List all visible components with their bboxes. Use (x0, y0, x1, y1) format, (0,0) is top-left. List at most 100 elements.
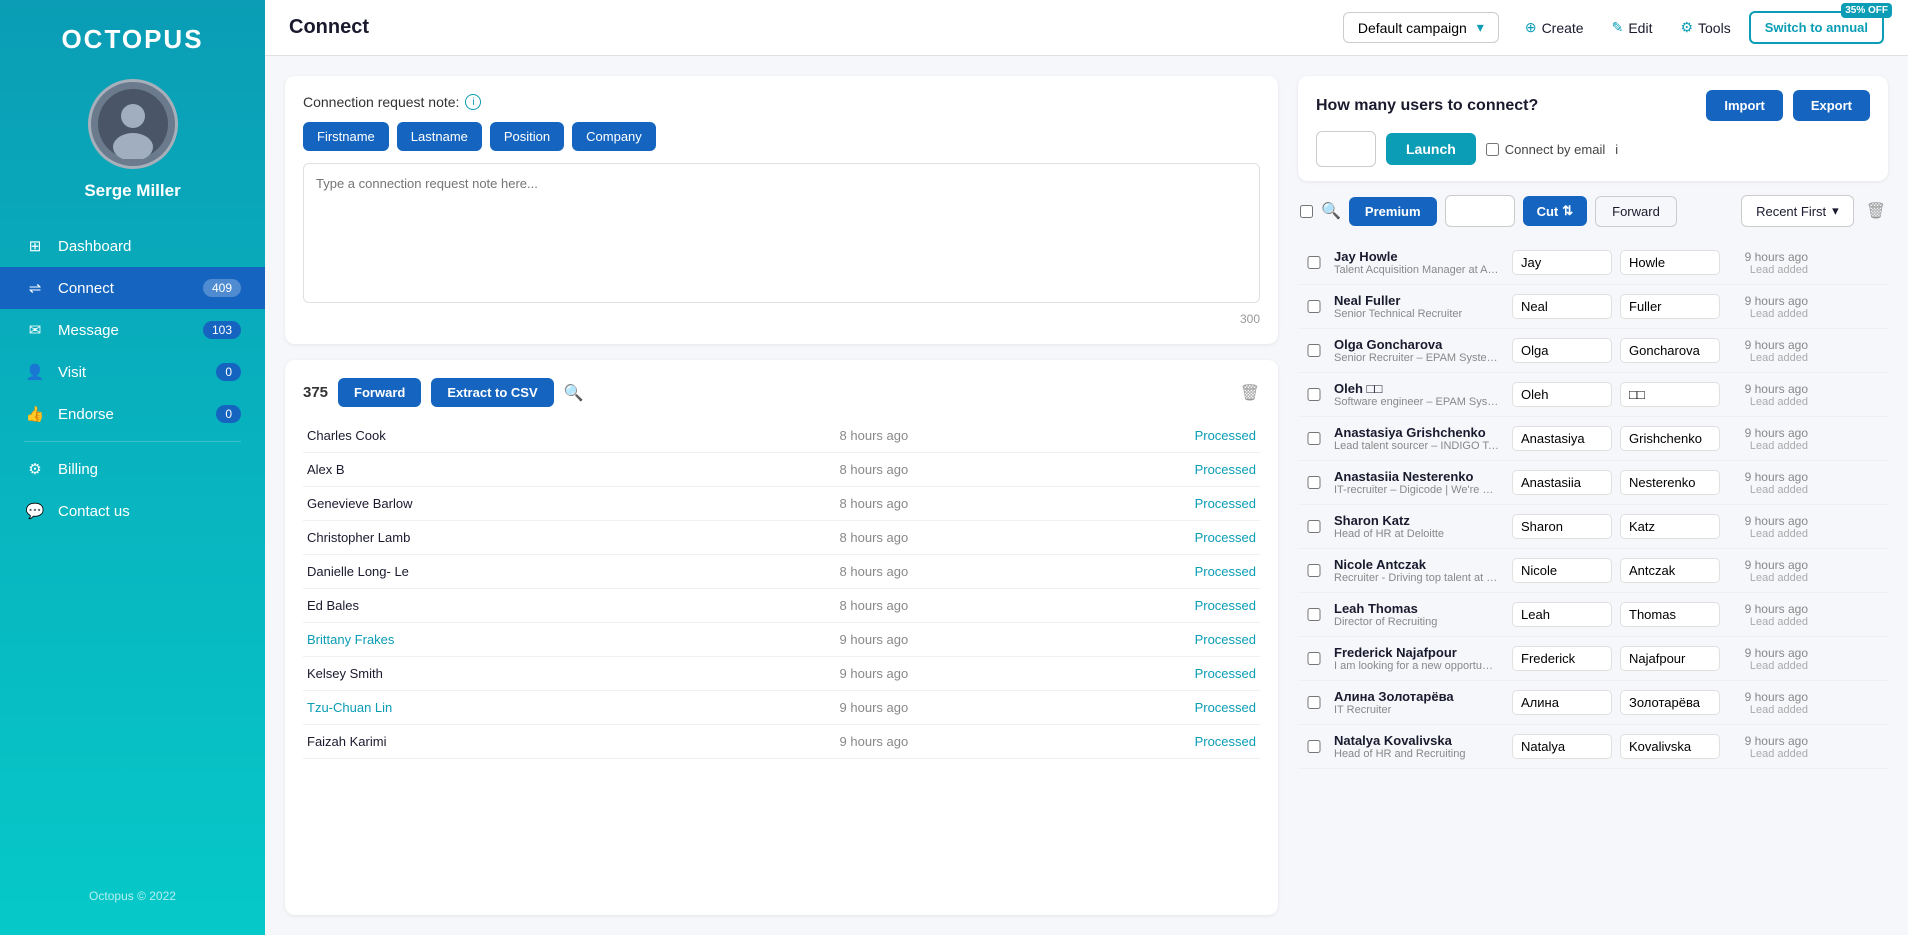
list-row-name[interactable]: Tzu-Chuan Lin (307, 700, 840, 715)
contact-checkbox[interactable] (1302, 564, 1326, 577)
contact-last-name[interactable] (1620, 646, 1720, 671)
forward-contacts-button[interactable]: Forward (1595, 196, 1677, 227)
select-all-checkbox[interactable] (1300, 205, 1313, 218)
contact-first-name[interactable] (1512, 646, 1612, 671)
contact-title: Software engineer – EPAM Syste... (1334, 396, 1499, 408)
contact-first-name[interactable] (1512, 734, 1612, 759)
contact-checkbox[interactable] (1302, 300, 1326, 313)
launch-button[interactable]: Launch (1386, 133, 1476, 165)
list-row-name[interactable]: Brittany Frakes (307, 632, 840, 647)
contact-checkbox[interactable] (1302, 344, 1326, 357)
extract-csv-button[interactable]: Extract to CSV (431, 378, 553, 407)
switch-annual-button[interactable]: 35% OFF Switch to annual (1749, 11, 1884, 44)
cut-button[interactable]: Cut ⇅ (1523, 196, 1588, 226)
contact-row[interactable]: Olga Goncharova Senior Recruiter – EPAM … (1298, 329, 1888, 373)
contact-last-name[interactable] (1620, 734, 1720, 759)
firstname-tag-button[interactable]: Firstname (303, 122, 389, 151)
import-button[interactable]: Import (1706, 90, 1782, 121)
connect-email-checkbox[interactable] (1486, 143, 1499, 156)
contact-last-name[interactable] (1620, 294, 1720, 319)
contact-first-name[interactable] (1512, 382, 1612, 407)
delete-contacts-button[interactable]: 🗑 (1866, 201, 1886, 221)
export-button[interactable]: Export (1793, 90, 1870, 121)
list-row[interactable]: Kelsey Smith 9 hours ago Processed (303, 657, 1260, 691)
contact-last-name[interactable] (1620, 338, 1720, 363)
edit-button[interactable]: ✎ Edit (1602, 13, 1663, 42)
contact-row[interactable]: Алина Золотарёва IT Recruiter 9 hours ag… (1298, 681, 1888, 725)
contact-last-name[interactable] (1620, 558, 1720, 583)
contact-row[interactable]: Anastasiya Grishchenko Lead talent sourc… (1298, 417, 1888, 461)
list-row[interactable]: Brittany Frakes 9 hours ago Processed (303, 623, 1260, 657)
sidebar-item-connect[interactable]: ⇌ Connect 409 (0, 267, 265, 309)
contact-last-name[interactable] (1620, 426, 1720, 451)
position-tag-button[interactable]: Position (490, 122, 564, 151)
contact-first-name[interactable] (1512, 338, 1612, 363)
company-tag-button[interactable]: Company (572, 122, 656, 151)
contact-row[interactable]: Natalya Kovalivska Head of HR and Recrui… (1298, 725, 1888, 769)
contact-row[interactable]: Frederick Najafpour I am looking for a n… (1298, 637, 1888, 681)
sidebar-item-contact[interactable]: 💬 Contact us (0, 490, 265, 532)
contact-time-block: 9 hours ago Lead added (1728, 734, 1808, 760)
contact-row[interactable]: Leah Thomas Director of Recruiting 9 hou… (1298, 593, 1888, 637)
contact-last-name[interactable] (1620, 250, 1720, 275)
contact-checkbox[interactable] (1302, 652, 1326, 665)
contact-row[interactable]: Nicole Antczak Recruiter - Driving top t… (1298, 549, 1888, 593)
contact-last-name[interactable] (1620, 602, 1720, 627)
contact-time: 9 hours ago (1728, 514, 1808, 528)
campaign-selector[interactable]: Default campaign ▾ (1343, 12, 1499, 43)
contact-first-name[interactable] (1512, 514, 1612, 539)
create-button[interactable]: ⊕ Create (1515, 13, 1594, 42)
tools-button[interactable]: ⚙ Tools (1670, 13, 1740, 42)
list-row[interactable]: Alex B 8 hours ago Processed (303, 453, 1260, 487)
sort-dropdown-button[interactable]: Recent First ▾ (1741, 195, 1854, 227)
sidebar-item-billing[interactable]: ⚙ Billing (0, 448, 265, 490)
email-info-icon[interactable]: i (1615, 142, 1618, 157)
contact-first-name[interactable] (1512, 250, 1612, 275)
contact-checkbox[interactable] (1302, 388, 1326, 401)
contact-first-name[interactable] (1512, 558, 1612, 583)
contact-checkbox[interactable] (1302, 740, 1326, 753)
contact-last-name[interactable] (1620, 514, 1720, 539)
delete-list-button[interactable]: 🗑 (1240, 383, 1260, 403)
list-row[interactable]: Charles Cook 8 hours ago Processed (303, 419, 1260, 453)
contact-checkbox[interactable] (1302, 608, 1326, 621)
contact-first-name[interactable] (1512, 426, 1612, 451)
contact-row[interactable]: Jay Howle Talent Acquisition Manager at … (1298, 241, 1888, 285)
note-textarea[interactable] (303, 163, 1260, 303)
contact-row[interactable]: Oleh □□ Software engineer – EPAM Syste..… (1298, 373, 1888, 417)
contact-last-name[interactable] (1620, 470, 1720, 495)
contact-checkbox[interactable] (1302, 520, 1326, 533)
tag-filter-input[interactable] (1445, 195, 1515, 227)
contact-first-name[interactable] (1512, 470, 1612, 495)
connect-count-input[interactable] (1316, 131, 1376, 167)
sidebar-item-dashboard[interactable]: ⊞ Dashboard (0, 225, 265, 267)
list-row[interactable]: Faizah Karimi 9 hours ago Processed (303, 725, 1260, 759)
contact-last-name[interactable] (1620, 382, 1720, 407)
list-row[interactable]: Christopher Lamb 8 hours ago Processed (303, 521, 1260, 555)
contact-checkbox[interactable] (1302, 696, 1326, 709)
contact-checkbox[interactable] (1302, 476, 1326, 489)
contact-first-name[interactable] (1512, 602, 1612, 627)
premium-filter-button[interactable]: Premium (1349, 197, 1437, 226)
forward-button[interactable]: Forward (338, 378, 421, 407)
contact-checkbox[interactable] (1302, 432, 1326, 445)
contact-checkbox[interactable] (1302, 256, 1326, 269)
contact-last-name[interactable] (1620, 690, 1720, 715)
sidebar-item-endorse[interactable]: 👍 Endorse 0 (0, 393, 265, 435)
contact-first-name[interactable] (1512, 294, 1612, 319)
contact-row[interactable]: Sharon Katz Head of HR at Deloitte 9 hou… (1298, 505, 1888, 549)
list-row[interactable]: Ed Bales 8 hours ago Processed (303, 589, 1260, 623)
sidebar-item-message[interactable]: ✉ Message 103 (0, 309, 265, 351)
sidebar-item-visit[interactable]: 👤 Visit 0 (0, 351, 265, 393)
contact-row[interactable]: Neal Fuller Senior Technical Recruiter 9… (1298, 285, 1888, 329)
contact-row[interactable]: Anastasiia Nesterenko IT-recruiter – Dig… (1298, 461, 1888, 505)
list-row[interactable]: Genevieve Barlow 8 hours ago Processed (303, 487, 1260, 521)
grid-icon: ⊞ (24, 237, 46, 255)
list-row[interactable]: Tzu-Chuan Lin 9 hours ago Processed (303, 691, 1260, 725)
search-list-button[interactable]: 🔍 (564, 383, 584, 403)
contact-first-name[interactable] (1512, 690, 1612, 715)
lastname-tag-button[interactable]: Lastname (397, 122, 482, 151)
list-row[interactable]: Danielle Long- Le 8 hours ago Processed (303, 555, 1260, 589)
search-contacts-button[interactable]: 🔍 (1321, 201, 1341, 221)
info-icon[interactable]: i (465, 94, 481, 110)
